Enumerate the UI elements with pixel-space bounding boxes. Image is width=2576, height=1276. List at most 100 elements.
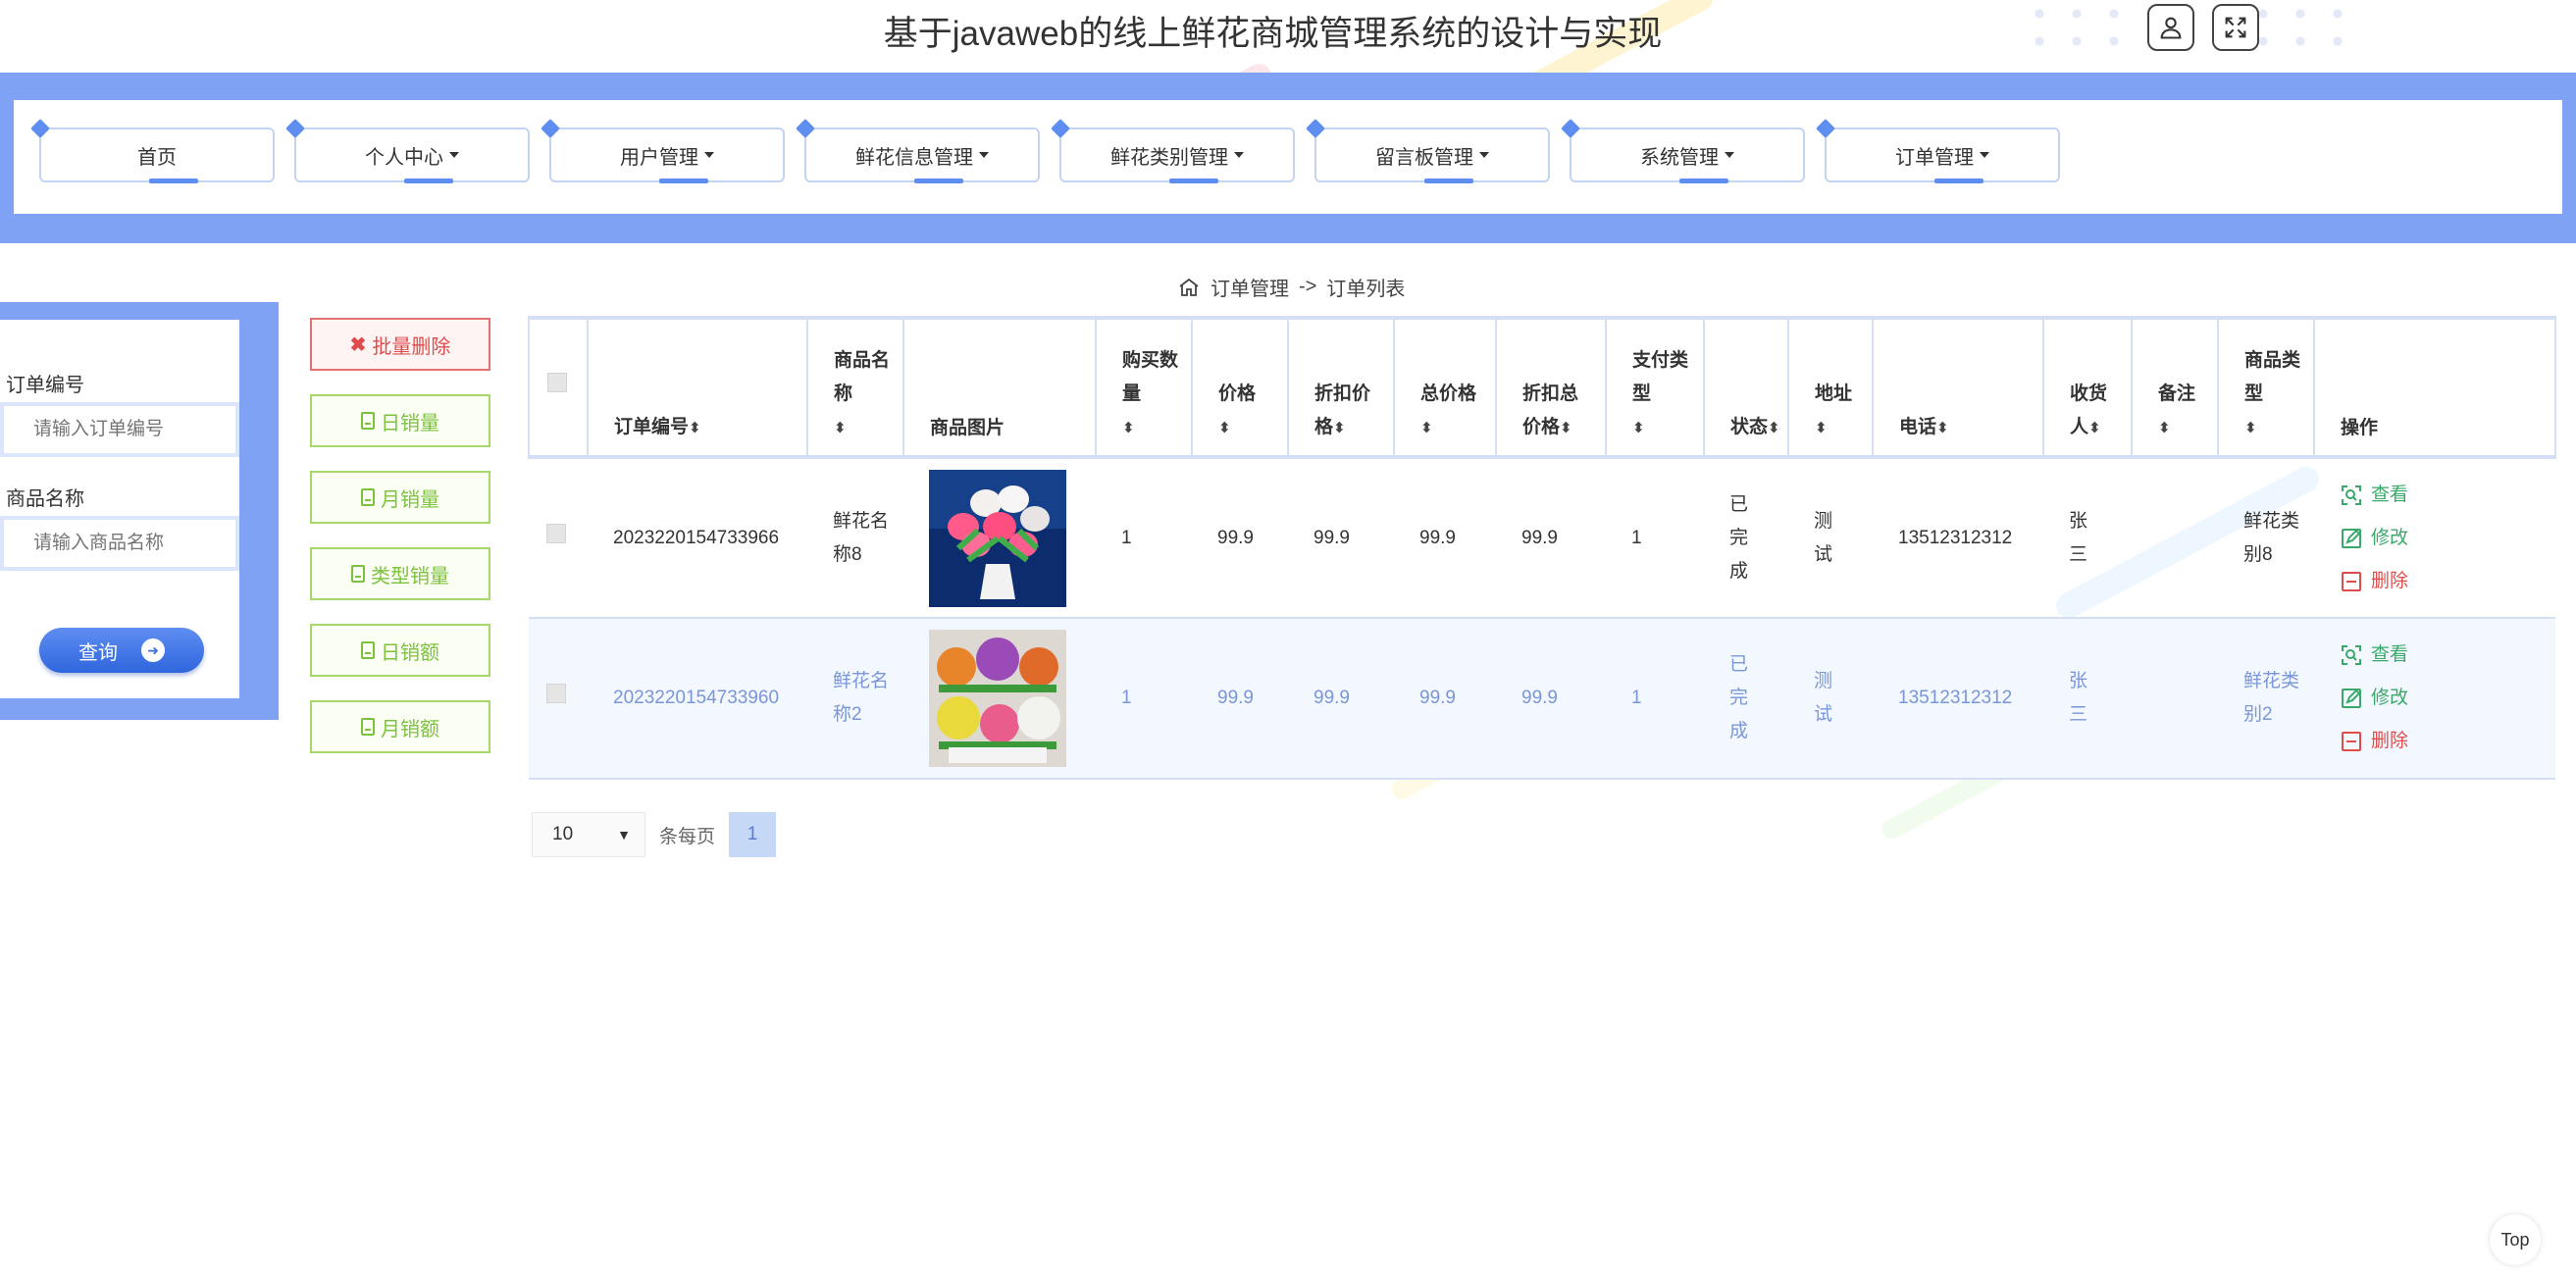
col-status[interactable]: 状态⬍: [1703, 316, 1789, 459]
view-label: 查看: [2371, 644, 2409, 665]
query-button[interactable]: 查询 ➜: [39, 628, 204, 673]
edit-button[interactable]: 修改: [2340, 682, 2530, 715]
sort-icon: ⬍: [1420, 420, 1433, 436]
fullscreen-button[interactable]: [2212, 4, 2259, 51]
edit-icon: [2342, 528, 2361, 548]
product-image: [929, 469, 1066, 607]
cell-address: 测试: [1814, 671, 1833, 725]
sort-icon: ⬍: [1632, 420, 1645, 436]
cell-discount-price: 99.9: [1314, 688, 1350, 708]
page-number-button[interactable]: 1: [729, 812, 777, 857]
delete-label: 删除: [2371, 570, 2409, 591]
nav-item-label: 鲜花类别管理: [1110, 146, 1228, 169]
breadcrumb-section[interactable]: 订单管理: [1211, 273, 1289, 301]
search-form: 订单编号 商品名称 查询 ➜: [0, 320, 239, 698]
cell-product-name: 鲜花名称8: [833, 510, 890, 565]
sort-icon: ⬍: [2244, 420, 2257, 436]
caret-down-icon: [1479, 152, 1489, 158]
order-no-input[interactable]: [0, 402, 239, 457]
cell-discount-total: 99.9: [1521, 688, 1558, 708]
col-order-no[interactable]: 订单编号⬍: [587, 316, 808, 459]
nav-item-system[interactable]: 系统管理: [1570, 128, 1805, 183]
col-label: 备注: [2158, 383, 2196, 404]
cell-receiver: 张三: [2069, 510, 2088, 565]
caret-down-icon: [1980, 152, 1989, 158]
view-button[interactable]: 查看: [2340, 479, 2530, 512]
chevron-down-icon: ▼: [617, 827, 631, 842]
col-remark[interactable]: 备注 ⬍: [2131, 316, 2219, 459]
view-button[interactable]: 查看: [2340, 638, 2530, 672]
breadcrumb-separator: ->: [1299, 276, 1317, 297]
monthly-sales-amount-button[interactable]: 月销额: [310, 700, 490, 753]
nav-item-label: 首页: [137, 146, 177, 169]
sort-icon: ⬍: [2158, 420, 2171, 436]
monthly-sales-amount-label: 月销额: [381, 718, 439, 740]
minus-square-icon: [2342, 571, 2361, 591]
caret-down-icon: [1725, 152, 1734, 158]
batch-delete-label: 批量删除: [372, 335, 451, 358]
cell-discount-total: 99.9: [1521, 527, 1558, 548]
col-discount-price[interactable]: 折扣价格⬍: [1287, 316, 1395, 459]
back-to-top-button[interactable]: Top: [2490, 1214, 2541, 1265]
edit-icon: [2342, 689, 2361, 708]
batch-delete-button[interactable]: ✖ 批量删除: [310, 318, 490, 371]
nav-item-personal-center[interactable]: 个人中心: [294, 128, 530, 183]
caret-down-icon: [704, 152, 714, 158]
col-product-type[interactable]: 商品类型 ⬍: [2217, 316, 2315, 459]
row-checkbox[interactable]: [546, 523, 566, 543]
col-total[interactable]: 总价格 ⬍: [1393, 316, 1497, 459]
caret-down-icon: [1234, 152, 1244, 158]
delete-button[interactable]: 删除: [2340, 725, 2530, 758]
user-button[interactable]: [2147, 4, 2194, 51]
type-sales-qty-button[interactable]: 类型销量: [310, 547, 490, 600]
nav-item-label: 个人中心: [365, 146, 443, 169]
daily-sales-qty-button[interactable]: 日销量: [310, 394, 490, 447]
delete-label: 删除: [2371, 731, 2409, 751]
col-address[interactable]: 地址 ⬍: [1787, 316, 1874, 459]
row-checkbox[interactable]: [546, 684, 566, 703]
table-row: 2023220154733966 鲜花名称8 1 99.9 99.9 99.9 …: [529, 457, 2555, 618]
cell-receiver: 张三: [2069, 671, 2088, 725]
col-receiver[interactable]: 收货人⬍: [2042, 316, 2133, 459]
edit-label: 修改: [2371, 688, 2409, 708]
col-label: 地址: [1815, 383, 1853, 404]
document-icon: [351, 565, 365, 583]
select-all-checkbox[interactable]: [547, 373, 567, 392]
orders-table: 订单编号⬍ 商品名称 ⬍ 商品图片 购买数量 ⬍ 价格 ⬍ 折扣价格⬍ 总价格⬍ 折扣…: [528, 316, 2556, 780]
product-name-input[interactable]: [0, 516, 239, 571]
cell-total: 99.9: [1419, 688, 1456, 708]
page-size-select[interactable]: 10 ▼: [532, 812, 645, 857]
monthly-sales-qty-label: 月销量: [381, 488, 439, 511]
monthly-sales-qty-button[interactable]: 月销量: [310, 471, 490, 524]
nav-item-user-management[interactable]: 用户管理: [549, 128, 785, 183]
col-discount-total[interactable]: 折扣总价格⬍: [1495, 316, 1607, 459]
view-label: 查看: [2371, 484, 2409, 505]
search-icon: [2342, 485, 2361, 505]
cell-pay-type: 1: [1631, 688, 1642, 708]
col-quantity[interactable]: 购买数量 ⬍: [1095, 316, 1193, 459]
home-icon: [1179, 278, 1199, 296]
nav-item-label: 用户管理: [620, 146, 698, 169]
col-pay-type[interactable]: 支付类型 ⬍: [1605, 316, 1705, 459]
caret-down-icon: [979, 152, 989, 158]
nav-item-label: 订单管理: [1895, 146, 1974, 169]
nav-item-message-board[interactable]: 留言板管理: [1314, 128, 1550, 183]
col-label: 商品类型: [2244, 350, 2301, 404]
col-product-name[interactable]: 商品名称 ⬍: [806, 316, 904, 459]
col-phone[interactable]: 电话⬍: [1872, 316, 2044, 459]
query-button-label: 查询: [78, 641, 118, 664]
edit-button[interactable]: 修改: [2340, 522, 2530, 555]
nav-item-orders[interactable]: 订单管理: [1825, 128, 2060, 183]
nav-item-flower-info[interactable]: 鲜花信息管理: [804, 128, 1040, 183]
nav-item-home[interactable]: 首页: [39, 128, 275, 183]
delete-button[interactable]: 删除: [2340, 565, 2530, 598]
nav-item-flower-category[interactable]: 鲜花类别管理: [1059, 128, 1295, 183]
sort-icon: ⬍: [2088, 420, 2101, 436]
document-icon: [361, 488, 375, 506]
cell-order-no: 2023220154733966: [613, 527, 780, 548]
type-sales-qty-label: 类型销量: [371, 565, 449, 587]
daily-sales-amount-button[interactable]: 日销额: [310, 624, 490, 677]
cell-actions: 查看 修改 删除: [2314, 457, 2555, 618]
col-label: 商品名称: [834, 350, 891, 404]
col-price[interactable]: 价格 ⬍: [1191, 316, 1289, 459]
